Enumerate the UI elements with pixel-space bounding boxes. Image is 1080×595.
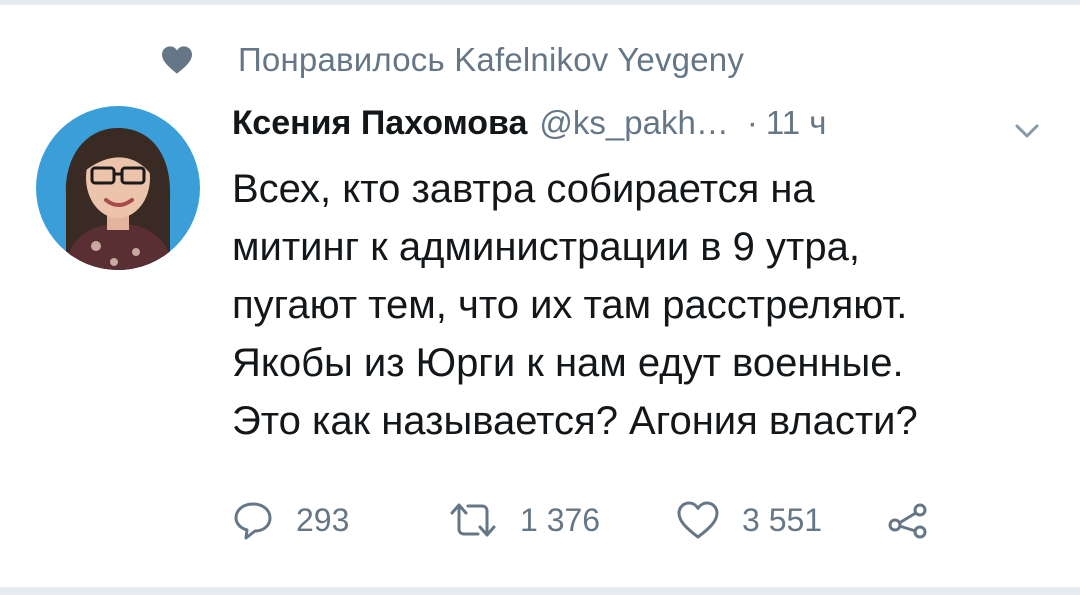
header-separator: ·	[746, 104, 758, 141]
chevron-down-icon[interactable]	[1012, 118, 1042, 144]
like-button[interactable]: 3 551	[676, 492, 822, 548]
tweet-text: Всех, кто завтра собирается на митинг к …	[232, 160, 1052, 450]
tweet-text-line: Это как называется? Агония власти?	[232, 399, 918, 443]
retweet-icon	[450, 503, 496, 537]
reply-count: 293	[296, 501, 350, 538]
social-context-text: Понравилось Kafelnikov Yevgeny	[238, 41, 745, 78]
tweet-actions: 293 1 376 3 551	[232, 492, 1032, 548]
top-divider	[0, 0, 1080, 5]
tweet-header: Ксения Пахомова @ks_pakh… · 11 ч	[232, 104, 826, 154]
share-button[interactable]	[886, 492, 930, 548]
author-handle[interactable]: @ks_pakh…	[539, 104, 728, 142]
tweet-timestamp[interactable]: 11 ч	[766, 104, 827, 142]
tweet-text-line: Всех, кто завтра собирается на	[232, 167, 815, 211]
social-context[interactable]: Понравилось Kafelnikov Yevgeny	[160, 38, 744, 82]
reply-icon	[234, 502, 272, 540]
tweet-text-line: пугают тем, что их там расстреляют.	[232, 283, 908, 327]
retweet-count: 1 376	[520, 501, 601, 538]
like-count: 3 551	[742, 501, 823, 538]
bottom-divider	[0, 587, 1080, 595]
like-icon	[677, 501, 719, 539]
tweet-text-line: митинг к администрации в 9 утра,	[232, 225, 860, 269]
share-icon	[888, 503, 927, 539]
tweet-text-line: Якобы из Юрги к нам едут военные.	[232, 341, 904, 385]
avatar[interactable]	[36, 106, 200, 270]
retweet-button[interactable]: 1 376	[448, 492, 600, 548]
author-display-name[interactable]: Ксения Пахомова	[232, 104, 527, 143]
reply-button[interactable]: 293	[232, 492, 349, 548]
heart-icon	[160, 44, 196, 76]
